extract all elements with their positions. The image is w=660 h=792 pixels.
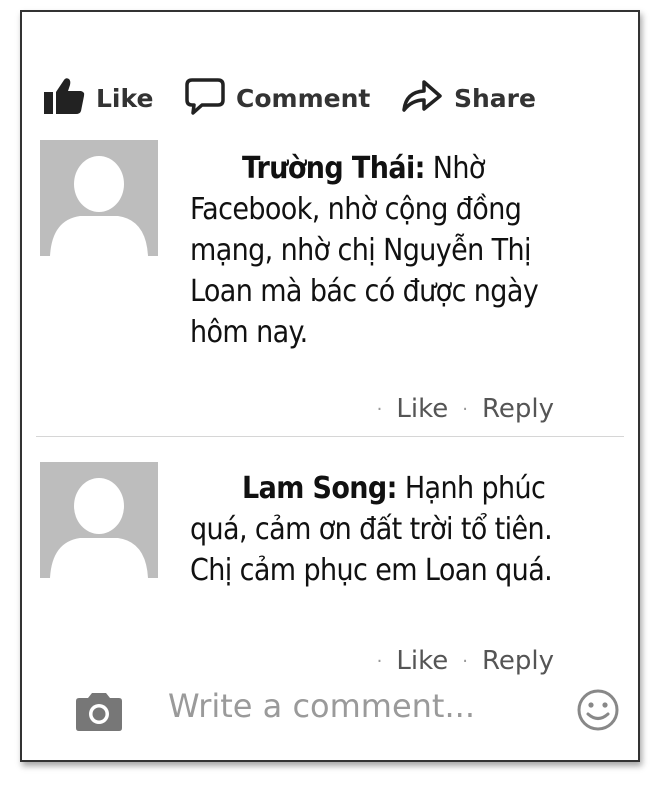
comment-text-line: hôm nay. — [190, 315, 308, 350]
separator-dot: · — [376, 399, 383, 420]
comment-body: Lam Song: Hạnh phúc quá, cảm ơn đất trời… — [190, 468, 600, 591]
comment-body: Trường Thái: Nhờ Facebook, nhờ cộng đồng… — [190, 148, 600, 353]
comment-text-line: mạng, nhờ chị Nguyễn Thị — [190, 233, 532, 268]
comment-text-line: Nhờ — [424, 151, 486, 186]
comment-text-line: Hạnh phúc — [396, 471, 546, 506]
comment-divider — [36, 436, 624, 437]
speech-bubble-icon — [184, 76, 226, 121]
comment-text-line: Facebook, nhờ cộng đồng — [190, 192, 522, 227]
default-avatar-icon — [40, 140, 158, 256]
share-button-label: Share — [454, 83, 536, 113]
like-button-label: Like — [96, 83, 154, 113]
avatar[interactable] — [40, 140, 158, 256]
like-button[interactable]: Like — [44, 70, 153, 126]
comment-item: Trường Thái: Nhờ Facebook, nhờ cộng đồng… — [22, 136, 638, 428]
comment-button[interactable]: Comment — [184, 70, 370, 126]
write-comment-input[interactable] — [168, 684, 538, 728]
avatar[interactable] — [40, 462, 158, 578]
share-button[interactable]: Share — [400, 70, 536, 126]
separator-dot: · — [462, 651, 468, 672]
comment-author[interactable]: Lam Song: — [242, 471, 397, 506]
comment-text-line: Loan mà bác có được ngày — [190, 274, 539, 309]
separator-dot: · — [376, 651, 383, 672]
comment-button-label: Comment — [236, 83, 371, 113]
separator-dot: · — [462, 399, 468, 420]
comment-like-link[interactable]: Like — [396, 394, 448, 424]
comment-author[interactable]: Trường Thái: — [242, 151, 425, 186]
write-comment-bar — [22, 672, 638, 742]
comment-text-line: Chị cảm phục em Loan quá. — [190, 553, 553, 588]
default-avatar-icon — [40, 462, 158, 578]
smiley-icon[interactable] — [576, 688, 620, 737]
share-arrow-icon — [400, 76, 444, 121]
thumbs-up-icon — [44, 76, 86, 121]
comment-text-line: quá, cảm ơn đất trời tổ tiên. — [190, 512, 553, 547]
post-action-bar: Like Comment Share — [44, 70, 604, 126]
comment-item: Lam Song: Hạnh phúc quá, cảm ơn đất trời… — [22, 458, 638, 676]
camera-icon[interactable] — [72, 692, 126, 737]
comment-reply-link[interactable]: Reply — [482, 394, 554, 424]
post-card: Like Comment Share Trường Thái: Nhờ Face… — [20, 10, 640, 762]
comment-actions: · Like · Reply — [363, 394, 554, 424]
